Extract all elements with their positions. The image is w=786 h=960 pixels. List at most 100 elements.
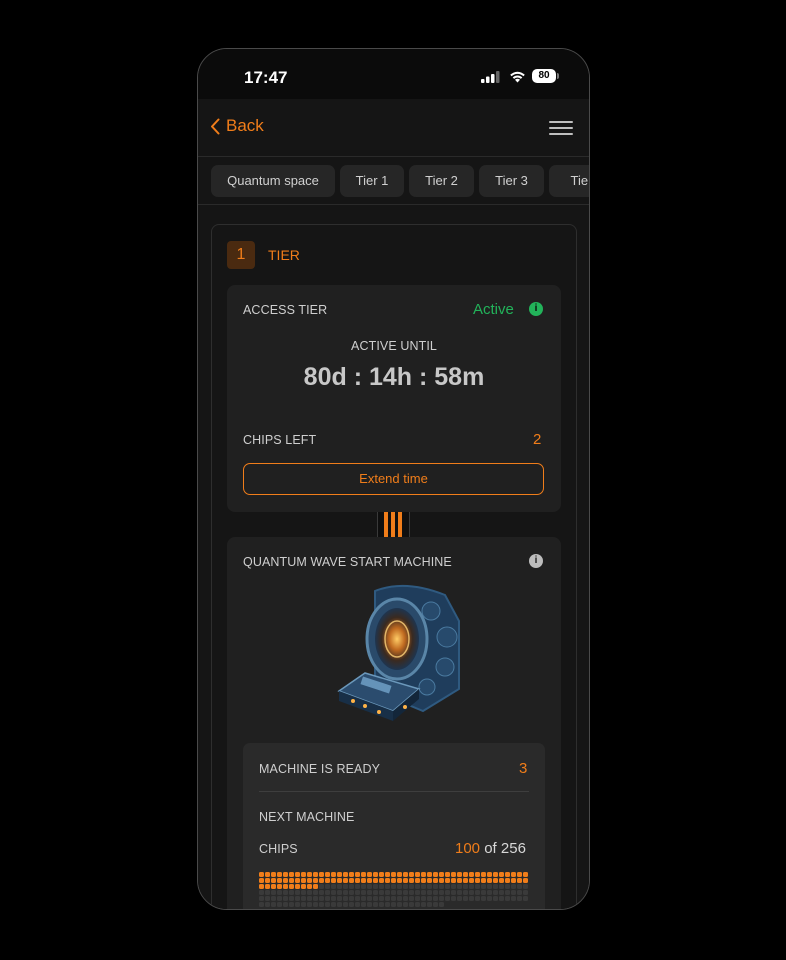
chip-dot [445, 890, 450, 895]
chip-dot [349, 896, 354, 901]
chip-dot [433, 878, 438, 883]
chip-dot [367, 884, 372, 889]
chip-dot [457, 890, 462, 895]
chip-dot [517, 878, 522, 883]
chip-dot [481, 896, 486, 901]
chip-dot [283, 902, 288, 907]
chip-dot [505, 890, 510, 895]
access-tier-title: ACCESS TIER [243, 303, 328, 317]
chip-dot [499, 896, 504, 901]
info-icon[interactable]: i [529, 554, 543, 568]
chip-dot [487, 884, 492, 889]
chip-dot [445, 878, 450, 883]
chip-dot [421, 890, 426, 895]
chip-dot [499, 884, 504, 889]
chip-dot [475, 896, 480, 901]
chip-dot [367, 896, 372, 901]
chip-dot [295, 872, 300, 877]
chip-dot [355, 872, 360, 877]
next-machine-label: NEXT MACHINE [259, 810, 355, 824]
active-until-label: ACTIVE UNTIL [351, 339, 437, 353]
chip-dot [331, 902, 336, 907]
chip-dot [373, 896, 378, 901]
chip-dot [361, 902, 366, 907]
chip-dot [343, 902, 348, 907]
chip-dot [271, 896, 276, 901]
chip-dot [361, 896, 366, 901]
chip-dot [337, 878, 342, 883]
chip-dot [337, 902, 342, 907]
chip-dot [319, 872, 324, 877]
chip-dot [511, 884, 516, 889]
chip-dot [403, 872, 408, 877]
chip-dot [385, 872, 390, 877]
chip-dot [283, 872, 288, 877]
chip-dot [493, 884, 498, 889]
chip-dot [523, 878, 528, 883]
chip-dot [373, 890, 378, 895]
chip-dot [487, 872, 492, 877]
chip-dot [469, 890, 474, 895]
chip-dot [355, 896, 360, 901]
chip-dot [493, 878, 498, 883]
chip-dot [409, 884, 414, 889]
chips-label: CHIPS [259, 842, 298, 856]
chip-dot [301, 896, 306, 901]
chip-dot [319, 902, 324, 907]
chip-dot [439, 896, 444, 901]
chip-dot [439, 884, 444, 889]
chips-current: 100 [455, 840, 481, 857]
chip-dot [421, 872, 426, 877]
chip-dot [421, 902, 426, 907]
chip-dot [277, 902, 282, 907]
chip-dot [493, 890, 498, 895]
tier-label: TIER [268, 247, 300, 263]
hamburger-menu-icon[interactable] [549, 121, 573, 135]
chip-dot [307, 884, 312, 889]
tab-quantum-space[interactable]: Quantum space [211, 165, 335, 197]
wifi-icon [510, 71, 525, 83]
chips-left-value: 2 [533, 431, 542, 448]
nav-bar: Back [198, 99, 589, 157]
chip-dot [271, 872, 276, 877]
chip-dot [439, 878, 444, 883]
chip-dot [517, 872, 522, 877]
chip-dot [511, 890, 516, 895]
tab-tier-4[interactable]: Tier [549, 165, 589, 197]
chip-dot [307, 872, 312, 877]
chip-dot [463, 896, 468, 901]
chip-dot [451, 878, 456, 883]
chip-dot [415, 902, 420, 907]
chip-dot [319, 896, 324, 901]
chip-dot [337, 890, 342, 895]
chip-dot [409, 902, 414, 907]
chip-dot [427, 902, 432, 907]
machine-ready-value: 3 [519, 760, 528, 777]
chip-dot [337, 884, 342, 889]
back-button[interactable]: Back [210, 116, 264, 136]
chip-dot [343, 872, 348, 877]
chip-dot [337, 896, 342, 901]
chip-dot [373, 878, 378, 883]
chip-dot [331, 878, 336, 883]
status-time: 17:47 [244, 68, 288, 87]
chip-dot [265, 878, 270, 883]
chip-dot [307, 896, 312, 901]
tab-tier-1[interactable]: Tier 1 [340, 165, 404, 197]
chip-dot [457, 884, 462, 889]
chip-dot [403, 890, 408, 895]
info-icon[interactable]: i [529, 302, 543, 316]
chip-dot [499, 872, 504, 877]
tab-tier-3[interactable]: Tier 3 [479, 165, 544, 197]
chip-dot [403, 878, 408, 883]
chip-dot [511, 872, 516, 877]
chip-dot [451, 890, 456, 895]
tab-tier-2[interactable]: Tier 2 [409, 165, 474, 197]
extend-time-button[interactable]: Extend time [243, 463, 544, 495]
chip-dot [439, 890, 444, 895]
machine-title: QUANTUM WAVE START MACHINE [243, 555, 452, 569]
chip-dot [319, 878, 324, 883]
chip-dot [331, 872, 336, 877]
chips-left-label: CHIPS LEFT [243, 433, 317, 447]
chip-dot [265, 902, 270, 907]
